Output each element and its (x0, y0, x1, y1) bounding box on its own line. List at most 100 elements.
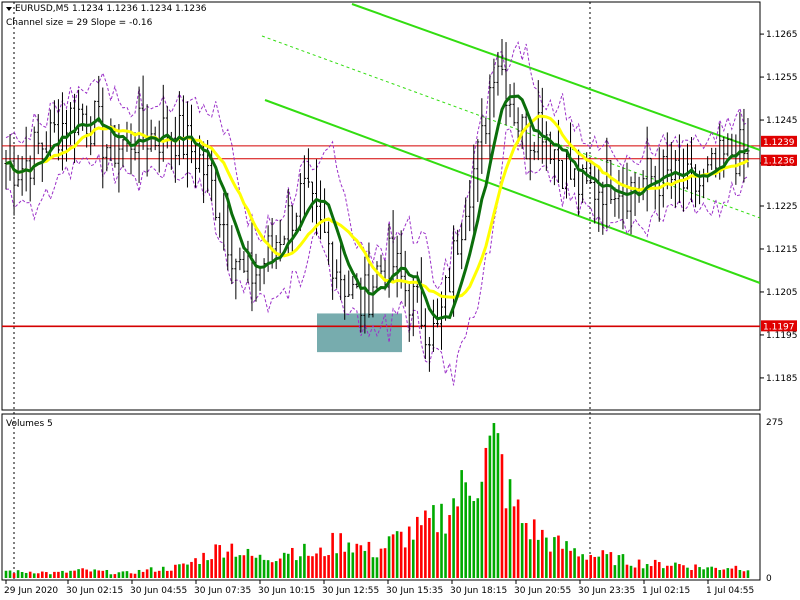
volume-bar (520, 523, 524, 578)
volume-bar (686, 567, 689, 578)
time-tick-label: 30 Jun 10:15 (258, 586, 315, 596)
volume-bar (222, 557, 226, 578)
volume-bar (452, 498, 455, 578)
volume-bar (464, 482, 467, 578)
volume-bar (174, 564, 177, 578)
volume-bar (460, 470, 463, 578)
level-label-text: 1.1239 (763, 138, 795, 148)
volume-bar (274, 561, 278, 578)
volume-bar (230, 543, 234, 578)
volume-bar (577, 556, 580, 578)
volume-bar (315, 553, 318, 578)
volume-bar (674, 562, 677, 578)
volume-bar (339, 533, 342, 578)
time-tick-label: 29 Jun 2020 (4, 586, 58, 596)
volume-bar (661, 568, 665, 578)
volume-bar (613, 565, 617, 578)
volume-bar (561, 548, 564, 578)
volume-bar (262, 559, 266, 578)
volume-bar (657, 562, 661, 578)
time-axis[interactable]: 29 Jun 2020 30 Jun 02:15 30 Jun 04:55 30 Ju… (4, 580, 754, 596)
volume-bar (226, 551, 230, 578)
volume-bar (218, 545, 222, 578)
volume-bar (359, 545, 363, 578)
volume-bar (282, 552, 286, 578)
volume-bar (625, 564, 629, 578)
volume-bar (327, 555, 330, 578)
price-chart[interactable]: 1.12651.12551.12451.12351.12251.12151.12… (0, 0, 800, 600)
price-tick-label: 1.1255 (766, 73, 798, 83)
volume-bar (375, 557, 379, 578)
volume-bar (190, 561, 193, 578)
volume-bar (157, 570, 161, 578)
volume-bar (355, 543, 359, 578)
volume-bar (629, 565, 633, 578)
volume-bar (202, 552, 205, 578)
volume-bar (532, 519, 536, 578)
volume-bar (569, 550, 572, 578)
volume-bar (710, 566, 713, 578)
volume-bar (307, 555, 310, 578)
volume-bar (210, 559, 213, 578)
price-tick-label: 1.1185 (766, 374, 798, 384)
time-tick-label: 1 Jul 02:15 (642, 586, 690, 596)
volume-bar (391, 534, 395, 578)
volume-bar (117, 572, 121, 578)
volume-bar (335, 553, 338, 578)
volume-bar (319, 547, 322, 578)
volume-bar (291, 547, 294, 578)
time-tick-label: 30 Jun 02:15 (66, 586, 123, 596)
volume-bar (508, 479, 512, 578)
time-tick-label: 30 Jun 23:35 (578, 586, 635, 596)
envelope-upper (5, 41, 749, 291)
volume-bar (81, 568, 84, 578)
volume-bar (4, 570, 8, 578)
volume-bar (670, 565, 673, 578)
price-tick-label: 1.1245 (766, 116, 798, 126)
volume-bar (605, 554, 609, 578)
volume-bar (428, 517, 431, 578)
channel-upper-line (351, 3, 760, 151)
time-tick-label: 30 Jun 12:55 (322, 586, 379, 596)
volume-bar (585, 559, 588, 578)
volume-bar (653, 559, 657, 578)
volume-bar (702, 569, 705, 578)
symbol-ohlc-text: EURUSD,M5 1.1234 1.1236 1.1234 1.1236 (15, 4, 207, 14)
volume-bar (488, 435, 492, 578)
volume-bar (299, 556, 302, 578)
volume-bar (678, 564, 681, 578)
volume-bar (125, 571, 129, 578)
volume-bar (101, 570, 105, 578)
volume-bar (698, 567, 701, 578)
volume-bar (178, 564, 181, 578)
time-tick-label: 30 Jun 04:55 (130, 586, 187, 596)
time-tick-label: 1 Jul 04:55 (706, 586, 754, 596)
dropdown-triangle-icon[interactable] (6, 6, 12, 11)
volume-bar (637, 559, 641, 578)
volume-bar (581, 554, 584, 578)
volume-bar (371, 557, 375, 578)
volume-bar (57, 571, 60, 578)
volume-bar (161, 566, 165, 578)
volume-bar (165, 570, 169, 578)
volume-bar (484, 447, 488, 578)
volume-bar (113, 574, 117, 578)
price-tick-label: 1.1195 (766, 331, 798, 341)
volume-bar (436, 532, 439, 578)
volume-bar (286, 553, 290, 578)
volume-bar (444, 533, 447, 578)
volume-bar (468, 495, 472, 578)
volume-bar (16, 570, 20, 578)
volume-bar (516, 499, 520, 578)
volume-bar (254, 557, 258, 578)
volume-bar (53, 571, 56, 578)
volume-bar (456, 506, 459, 578)
volume-bar (133, 573, 137, 578)
volume-bar (311, 556, 314, 578)
volume-bar (331, 532, 334, 578)
volume-bar (266, 560, 270, 578)
ma-slow-line (5, 114, 749, 299)
level-label-text: 1.1236 (763, 157, 795, 167)
time-tick-label: 30 Jun 15:35 (386, 586, 443, 596)
volume-bar (476, 498, 480, 578)
